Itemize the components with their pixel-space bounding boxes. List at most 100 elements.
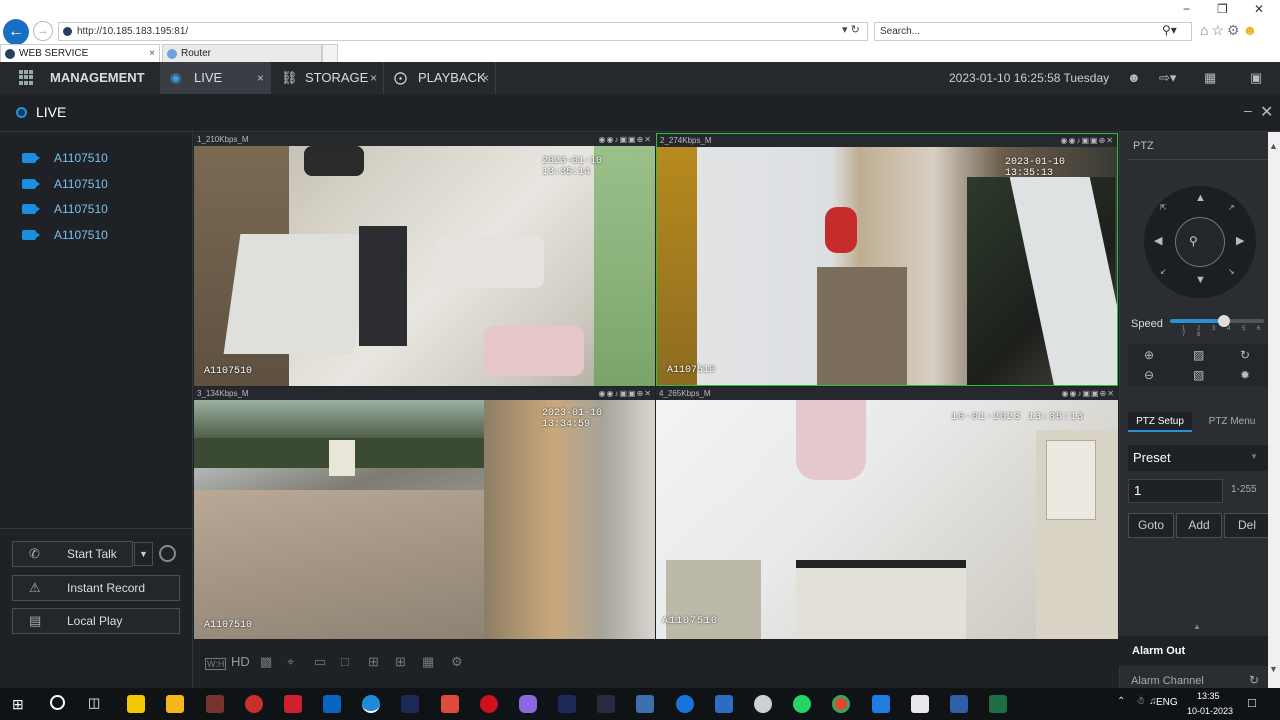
tab-ptz-setup[interactable]: PTZ Setup [1128,412,1192,432]
arrow-up-left-icon[interactable]: ⇱ [1160,203,1167,212]
notification-icon[interactable]: □ [1248,695,1256,710]
phone-app-icon[interactable] [676,695,694,713]
arrow-up-right-icon[interactable]: ↗ [1228,203,1235,212]
window-icon[interactable]: ▭ [314,654,326,670]
app-icon[interactable] [754,695,772,713]
minimize-icon[interactable]: – [1244,102,1252,118]
tab-playback[interactable]: ⨀ PLAYBACK × [383,62,496,94]
search-icon[interactable] [50,695,65,710]
tab-management[interactable]: MANAGEMENT [16,62,160,94]
tab-close-icon[interactable]: × [482,62,489,94]
stream-icon[interactable]: ▩ [260,654,272,670]
video-window-1[interactable]: 1_210Kbps_M ◉◉♪▣▣⊕✕ 2023-01-10 13:35:14 … [194,133,655,386]
app-icon[interactable] [558,695,576,713]
opera-icon[interactable] [480,695,498,713]
preset-select[interactable]: Preset [1128,445,1268,471]
video-controls-icon[interactable]: ◉◉♪▣▣⊕✕ [1061,134,1114,147]
local-play-button[interactable]: ▤ Local Play [12,608,180,634]
clock-time[interactable]: 13:35 [1197,691,1220,701]
browser-toolbar-icons[interactable]: ⌂☆⚙☻ [1200,22,1260,39]
arrow-down-left-icon[interactable]: ↙ [1160,267,1167,276]
app-icon[interactable] [872,695,890,713]
refresh-icon[interactable]: ↻ [1249,673,1259,687]
task-view-icon[interactable]: ◫ [88,695,100,711]
delete-preset-button[interactable]: Del [1224,513,1270,538]
arrow-down-icon[interactable]: ▼ [1195,274,1206,286]
arrow-left-icon[interactable]: ◀ [1154,234,1162,247]
video-controls-icon[interactable]: ◉◉♪▣▣⊕✕ [599,133,652,146]
tab-storage[interactable]: ⛓ STORAGE × [270,62,383,94]
chrome-icon[interactable] [832,695,850,713]
focus-near-icon[interactable]: ▨ [1193,348,1204,362]
minimize-button[interactable]: − [1183,2,1190,16]
talk-status-icon[interactable] [159,545,176,562]
search-input[interactable]: Search... [874,22,1192,41]
browser-tab-web-service[interactable]: WEB SERVICE × [0,44,160,62]
window-close-button[interactable]: ✕ [1254,2,1264,16]
back-button[interactable]: ← [3,19,29,45]
clock-date[interactable]: 10-01-2023 [1187,706,1233,716]
home-icon[interactable]: ⌂ [1200,22,1211,38]
whatsapp-icon[interactable] [793,695,811,713]
refresh-icon[interactable]: ▾ ↻ [842,23,860,36]
zoom-out-icon[interactable]: ⊖ [1144,368,1154,382]
iris-open-icon[interactable]: ↻ [1240,348,1250,362]
star-icon[interactable]: ☆ [1211,22,1227,38]
layout-4-icon[interactable]: ⊞ [368,654,379,670]
zoom-area-icon[interactable]: ⚲ [1189,234,1198,248]
forward-button[interactable]: → [33,21,53,41]
app-icon[interactable] [206,695,224,713]
restore-button[interactable]: ❐ [1217,2,1228,16]
browser-tab-router[interactable]: Router [162,44,322,62]
video-window-4[interactable]: 4_265Kbps_M ◉◉♪▣▣⊕✕ 10-01-2023 13:35:13 … [656,387,1118,639]
vnc-icon[interactable] [715,695,733,713]
start-talk-button[interactable]: ✆ Start Talk [12,541,133,567]
tab-live[interactable]: ◉ LIVE × [160,62,270,94]
smiley-icon[interactable]: ☻ [1243,22,1261,38]
fullscreen-icon[interactable]: ▣ [1250,62,1262,94]
language-indicator[interactable]: ENG [1156,697,1178,708]
network-icon[interactable] [636,695,654,713]
windows-start-icon[interactable]: ⊞ [12,696,24,713]
arrow-down-right-icon[interactable]: ↘ [1228,267,1235,276]
camera-item[interactable]: A1107510 [22,174,108,194]
app-icon[interactable] [245,695,263,713]
video-controls-icon[interactable]: ◉◉♪▣▣⊕✕ [599,387,652,400]
video-controls-icon[interactable]: ◉◉♪▣▣⊕✕ [1062,387,1115,400]
fit-icon[interactable]: ⌖ [287,654,294,670]
aspect-ratio-icon[interactable]: W:H [205,658,227,670]
internet-explorer-icon[interactable] [362,695,380,713]
slack-icon[interactable] [597,695,615,713]
camera-item[interactable]: A1107510 [22,148,108,168]
ptz-center-button[interactable] [1175,217,1225,267]
app-icon[interactable] [519,695,537,713]
scroll-up-icon[interactable]: ▲ [1269,141,1278,151]
goto-button[interactable]: Goto [1128,513,1174,538]
app-icon[interactable] [401,695,419,713]
video-window-2[interactable]: 2_274Kbps_M ◉◉♪▣▣⊕✕ 2023-01-10 13:35:13 … [656,133,1118,386]
preset-number-input[interactable]: 1 [1128,479,1223,503]
gear-icon[interactable]: ⚙ [1227,22,1243,38]
arrow-up-icon[interactable]: ▲ [1195,192,1206,204]
app-icon[interactable] [284,695,302,713]
iris-close-icon[interactable]: ✹ [1240,368,1250,382]
file-explorer-icon[interactable] [166,695,184,713]
media-icon[interactable] [950,695,968,713]
camera-item[interactable]: A1107510 [22,199,108,219]
tab-close-icon[interactable]: × [370,62,377,94]
arrow-right-icon[interactable]: ▶ [1236,234,1244,247]
scrollbar[interactable] [1268,132,1280,688]
address-bar[interactable]: http://10.185.183.195:81/ [58,22,868,41]
new-tab-button[interactable] [322,44,338,62]
user-icon[interactable]: ☻ [1127,62,1141,94]
camera-item[interactable]: A1107510 [22,225,108,245]
collapse-icon[interactable]: ▲ [1193,622,1201,631]
layout-9-icon[interactable]: ▦ [422,654,434,670]
zoom-in-icon[interactable]: ⊕ [1144,348,1154,362]
search-icon[interactable]: ⚲▾ [1162,23,1177,37]
talk-dropdown[interactable]: ▼ [134,542,153,566]
document-icon[interactable] [911,695,929,713]
instant-record-button[interactable]: ⚠ Instant Record [12,575,180,601]
tab-ptz-menu[interactable]: PTZ Menu [1196,412,1268,432]
add-preset-button[interactable]: Add [1176,513,1222,538]
